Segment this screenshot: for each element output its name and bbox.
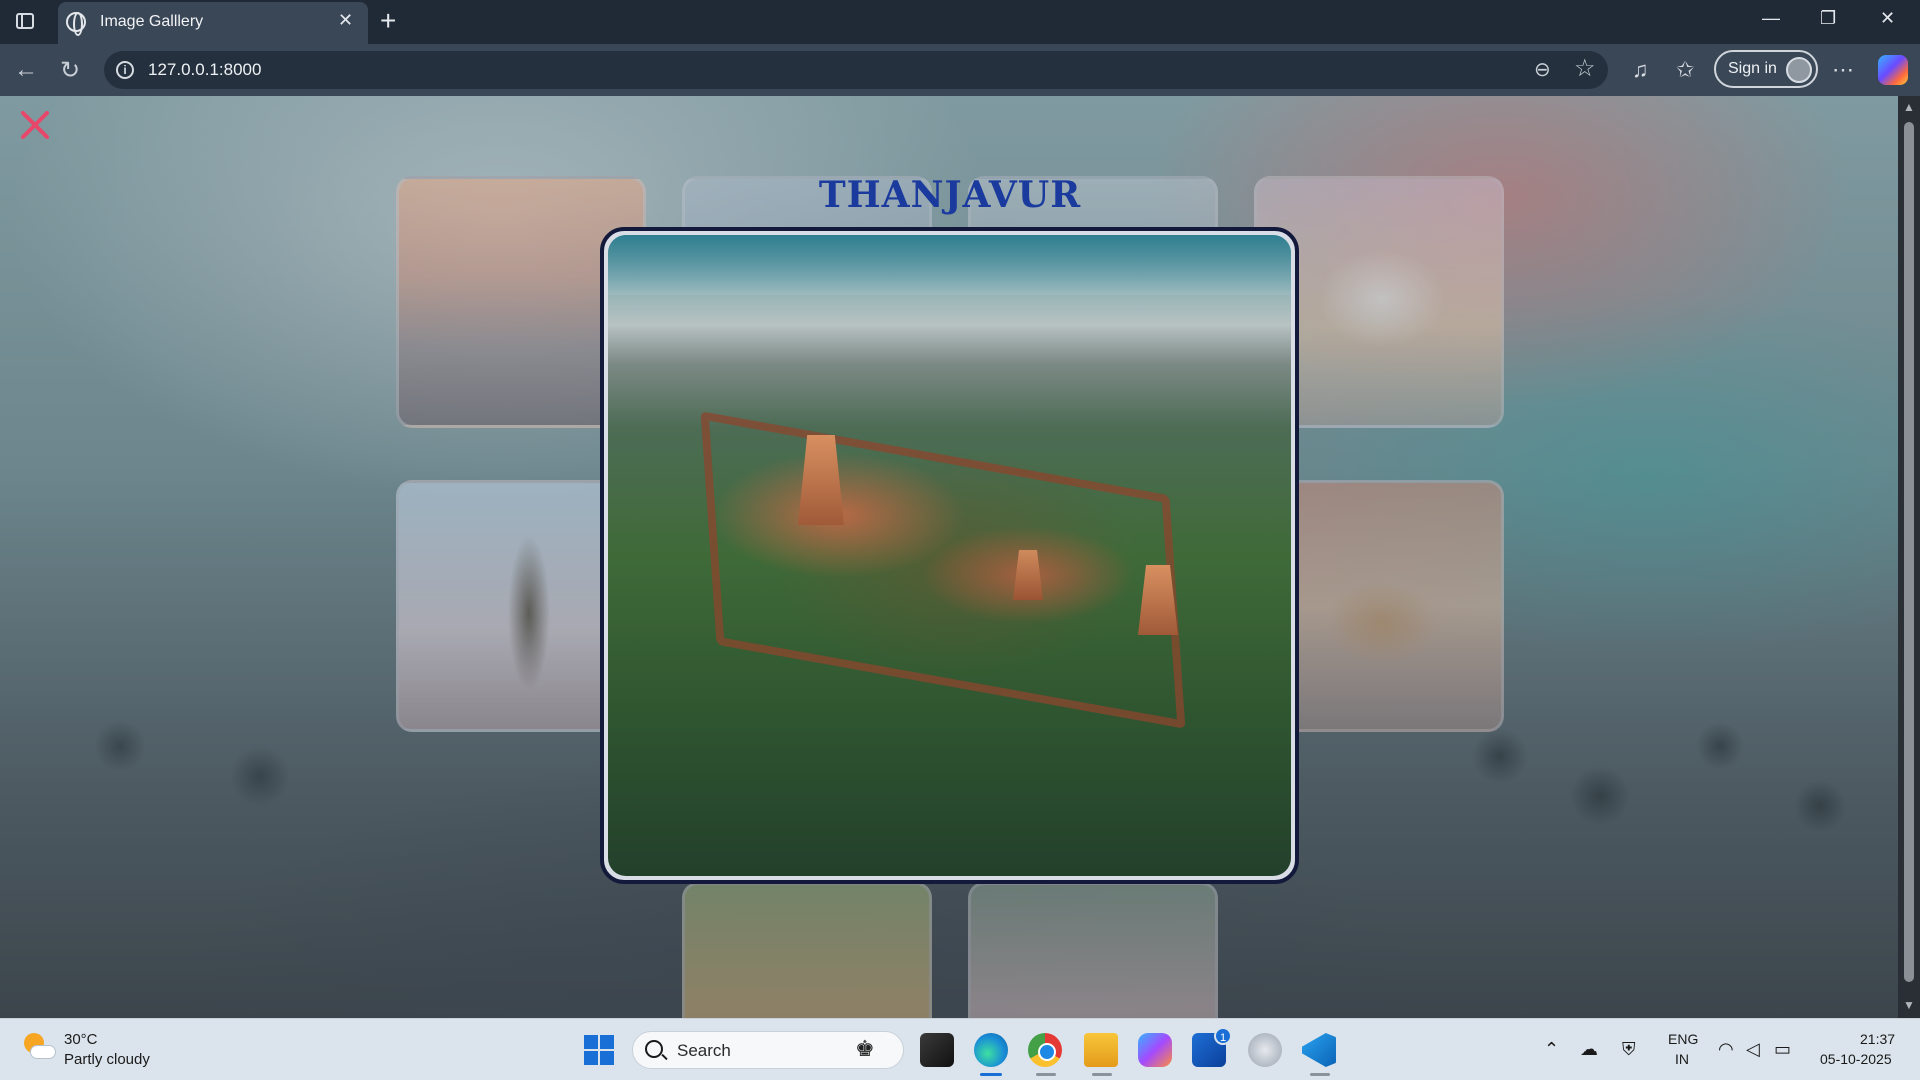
clock-date[interactable]: 05-10-2025 (1820, 1051, 1892, 1067)
more-menu-icon[interactable]: ⋯ (1832, 57, 1854, 83)
sign-in-label: Sign in (1728, 60, 1777, 77)
weather-icon[interactable] (22, 1031, 56, 1065)
clock-time[interactable]: 21:37 (1860, 1031, 1895, 1047)
language-indicator[interactable]: ENG (1668, 1031, 1698, 1047)
search-highlight-icon: ♚ (855, 1036, 875, 1061)
window-close-button[interactable]: ✕ (1880, 8, 1895, 29)
snipping-tool-icon[interactable] (1248, 1033, 1282, 1067)
url-text[interactable]: 127.0.0.1:8000 (148, 60, 261, 80)
weather-temperature[interactable]: 30°C (64, 1031, 98, 1048)
page-scrollbar[interactable]: ▲ ▼ (1898, 96, 1920, 1018)
chrome-icon[interactable] (1028, 1033, 1062, 1067)
taskbar-search[interactable]: Search ♚ (632, 1031, 904, 1069)
region-indicator[interactable]: IN (1675, 1051, 1689, 1067)
site-info-icon[interactable]: i (116, 61, 134, 79)
start-button[interactable] (584, 1035, 614, 1065)
favorite-star-icon[interactable]: ☆ (1574, 54, 1596, 83)
windows-taskbar: 30°C Partly cloudy Search ♚ 1 ⌃ ☁ ⛨ ENG … (0, 1018, 1920, 1080)
task-view-icon[interactable] (920, 1033, 954, 1067)
sign-in-button[interactable]: Sign in (1714, 50, 1818, 88)
back-arrow-icon[interactable]: ← (14, 56, 38, 84)
scrollbar-thumb[interactable] (1904, 122, 1914, 982)
new-tab-button[interactable]: + (380, 5, 396, 37)
edge-icon[interactable] (974, 1033, 1008, 1067)
notification-badge: 1 (1214, 1027, 1232, 1045)
tab-title: Image Galllery (100, 13, 204, 30)
browser-toolbar: ← ↻ i 127.0.0.1:8000 ⊖ ☆ ♫ ✩ Sign in ⋯ (0, 44, 1920, 96)
gallery-card-taj-mahal[interactable] (968, 882, 1218, 1018)
weather-condition[interactable]: Partly cloudy (64, 1051, 150, 1068)
avatar-icon (1786, 57, 1812, 83)
read-aloud-icon[interactable]: ♫ (1632, 57, 1649, 83)
running-indicator (1036, 1073, 1056, 1076)
tab-actions-icon[interactable] (12, 9, 40, 35)
restore-button[interactable]: ❐ (1820, 8, 1836, 29)
chevron-up-icon[interactable]: ⌃ (1544, 1039, 1559, 1060)
modal-image-sky (608, 235, 1291, 295)
onedrive-icon[interactable]: ☁ (1580, 1039, 1598, 1060)
store-icon[interactable]: 1 (1192, 1027, 1232, 1067)
security-shield-icon[interactable]: ⛨ (1622, 1039, 1636, 1060)
copilot-app-icon[interactable] (1138, 1033, 1172, 1067)
file-explorer-icon[interactable] (1084, 1033, 1118, 1067)
globe-icon (66, 12, 86, 36)
close-x-icon[interactable] (18, 108, 52, 142)
search-label: Search (677, 1041, 731, 1060)
image-modal (600, 227, 1299, 884)
running-indicator (1310, 1073, 1330, 1076)
zoom-icon[interactable]: ⊖ (1534, 57, 1551, 82)
modal-image-thanjavur (608, 235, 1291, 876)
tab-image-gallery[interactable]: Image Galllery ✕ (58, 2, 368, 44)
modal-title: THANJAVUR (818, 174, 1082, 216)
vscode-icon[interactable] (1302, 1033, 1336, 1067)
scroll-down-icon[interactable]: ▼ (1903, 998, 1915, 1012)
gallery-card-houseboat[interactable] (682, 882, 932, 1018)
minimize-button[interactable]: — (1762, 8, 1780, 29)
tab-close-icon[interactable]: ✕ (338, 10, 353, 31)
refresh-icon[interactable]: ↻ (60, 56, 80, 85)
wifi-icon[interactable]: ◠ (1718, 1039, 1734, 1060)
running-indicator (1092, 1073, 1112, 1076)
browser-titlebar: Image Galllery ✕ + — ❐ ✕ (0, 0, 1920, 44)
scroll-up-icon[interactable]: ▲ (1903, 100, 1915, 114)
battery-icon[interactable]: ▭ (1774, 1039, 1791, 1060)
temple-wall (700, 411, 1186, 729)
page-viewport: THANJAVUR (0, 96, 1898, 1018)
search-icon (645, 1040, 663, 1058)
copilot-icon[interactable] (1878, 55, 1908, 85)
address-bar[interactable]: i 127.0.0.1:8000 ⊖ ☆ (104, 51, 1608, 89)
active-indicator (980, 1073, 1002, 1076)
volume-icon[interactable]: ◁ (1746, 1039, 1760, 1060)
favorites-icon[interactable]: ✩ (1676, 57, 1694, 83)
